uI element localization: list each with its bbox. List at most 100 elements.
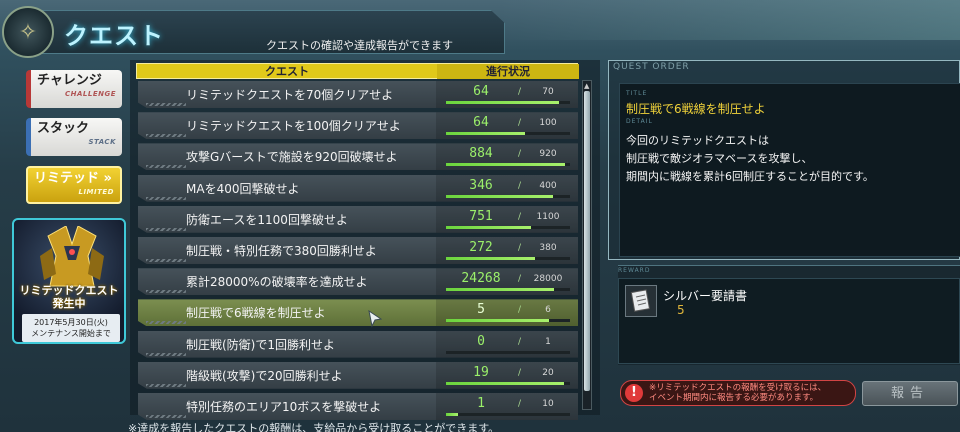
progress-track [446,163,570,167]
reward-quantity: 5 [677,303,685,317]
row-stripe [146,227,186,231]
progress-fill [446,194,554,198]
quest-name: リミテッドクエストを70個クリアせよ [186,88,394,102]
progress-current: 346 [469,177,493,193]
progress-current: 24268 [461,271,501,287]
quest-name: 特別任務のエリア10ボスを撃破せよ [186,400,382,414]
quest-row[interactable]: 攻撃Gバーストで施設を920回破壊せよ 884 / 920 [138,143,578,171]
progress-track [446,101,570,104]
progress-cell: 1 / 10 [436,393,578,420]
progress-max: 6 [545,305,551,316]
progress-separator: / [518,336,522,347]
header: ✧ クエスト クエストの確認や達成報告ができます [0,0,505,62]
progress-cell: 24268 / 28000 [436,268,578,296]
reward-label: REWARD [618,267,651,274]
progress-track [446,225,570,229]
quest-name: 階級戦(攻撃)で20回勝利せよ [186,368,343,383]
quest-row[interactable]: 階級戦(攻撃)で20回勝利せよ 19 / 20 [138,361,578,389]
banner-title: リミテッドクエスト 発生中 [19,284,119,310]
progress-max: 28000 [533,274,563,285]
quest-detail-box: TITLE 制圧戦で6戦線を制圧せよ DETAIL 今回のリミテッドクエストは … [619,83,960,257]
quest-row[interactable]: 制圧戦で6戦線を制圧せよ 5 / 6 [138,299,578,327]
row-stripe [146,321,186,325]
quest-name: 制圧戦・特別任務で380回勝利せよ [186,244,377,258]
scroll-thumb[interactable] [584,91,590,391]
quest-row[interactable]: リミテッドクエストを100個クリアせよ 64 / 100 [138,112,578,140]
progress-current: 751 [469,208,493,224]
quest-name: 制圧戦で6戦線を制圧せよ [186,306,326,321]
progress-cell: 19 / 20 [436,361,578,389]
scroll-up-arrow-icon[interactable]: ▲ [584,83,590,90]
double-chevron-icon: » [103,171,112,186]
progress-separator: / [518,87,522,97]
progress-cell: 5 / 6 [436,299,578,327]
progress-max: 100 [539,118,557,129]
quest-row[interactable]: 制圧戦・特別任務で380回勝利せよ 272 / 380 [138,237,578,264]
reward-section: REWARD シルバー要請書 5 [618,265,960,365]
tab-stack[interactable]: スタック STACK [26,118,122,156]
quest-title: 制圧戦で6戦線を制圧せよ [626,102,766,116]
quest-row[interactable]: 累計28000%の破壊率を達成せよ 24268 / 28000 [138,268,578,296]
progress-current: 64 [473,115,489,131]
compass-emblem-icon: ✧ [2,6,54,58]
progress-max: 70 [542,87,554,97]
tab-challenge[interactable]: チャレンジ CHALLENGE [26,70,122,108]
progress-fill [446,381,564,385]
page-title: クエスト [64,22,164,50]
progress-max: 380 [539,243,557,253]
progress-cell: 272 / 380 [436,237,578,264]
progress-separator: / [518,399,522,409]
banner-date: 2017年5月30日(火) メンテナンス開始まで [22,314,120,342]
tab-challenge-sublabel: CHALLENGE [64,90,116,98]
tab-stack-label: スタック [37,121,90,136]
reward-box: シルバー要請書 5 [618,278,960,364]
report-button[interactable]: 報告 [862,381,958,406]
progress-track [446,194,570,198]
progress-current: 19 [473,364,489,380]
quest-screen: ✧ クエスト クエストの確認や達成報告ができます チャレンジ CHALLENGE… [0,0,960,432]
quest-row[interactable]: 特別任務のエリア10ボスを撃破せよ 1 / 10 [138,393,578,420]
document-icon [625,285,657,317]
warning-text: ※リミテッドクエストの報酬を受け取るには、 イベント期間内に報告する必要がありま… [649,383,827,403]
limited-quest-banner[interactable]: リミテッドクエスト 発生中 2017年5月30日(火) メンテナンス開始まで [12,218,126,344]
progress-cell: 751 / 1100 [436,205,578,233]
progress-cell: 346 / 400 [436,174,578,202]
quest-row[interactable]: リミテッドクエストを70個クリアせよ 64 / 70 [138,81,578,108]
progress-current: 1 [477,396,485,411]
quest-row[interactable]: 制圧戦(防衛)で1回勝利せよ 0 / 1 [138,330,578,358]
progress-separator: / [518,211,522,222]
row-stripe [146,259,186,262]
row-stripe [146,165,186,169]
tab-limited[interactable]: リミテッド » LIMITED [26,166,122,204]
progress-cell: 64 / 70 [436,81,578,108]
progress-separator: / [518,274,522,285]
tab-limited-text: リミテッド [34,171,100,186]
progress-max: 920 [539,149,557,160]
progress-track [446,132,570,136]
quest-name: 累計28000%の破壊率を達成せよ [186,275,368,290]
progress-track [446,319,570,323]
tab-stack-sublabel: STACK [88,138,116,146]
warning-banner: ! ※リミテッドクエストの報酬を受け取るには、 イベント期間内に報告する必要があ… [620,380,856,406]
progress-track [446,350,570,354]
scrollbar[interactable]: ▲ [582,80,592,410]
progress-current: 272 [469,240,493,255]
progress-track [446,288,570,292]
quest-name: リミテッドクエストを100個クリアせよ [186,119,401,134]
progress-fill [446,413,459,416]
row-stripe [146,383,186,387]
row-stripe [146,103,186,106]
quest-order-panel: QUEST ORDER TITLE 制圧戦で6戦線を制圧せよ DETAIL 今回… [608,60,960,415]
detail-label: DETAIL [626,118,653,125]
title-label: TITLE [626,90,648,97]
quest-detail-text: 今回のリミテッドクエストは 制圧戦で敵ジオラマベースを攻撃し、 期間内に戦線を累… [626,134,874,183]
quest-row[interactable]: MAを400回撃破せよ 346 / 400 [138,174,578,202]
quest-name: 防衛エースを1100回撃破せよ [186,212,348,227]
quest-row[interactable]: 防衛エースを1100回撃破せよ 751 / 1100 [138,205,578,233]
reward-name: シルバー要請書 [663,289,748,303]
progress-separator: / [518,243,522,253]
page-subtitle: クエストの確認や達成報告ができます [266,39,453,52]
progress-fill [446,163,566,167]
progress-fill [446,257,535,260]
progress-max: 20 [542,367,554,378]
